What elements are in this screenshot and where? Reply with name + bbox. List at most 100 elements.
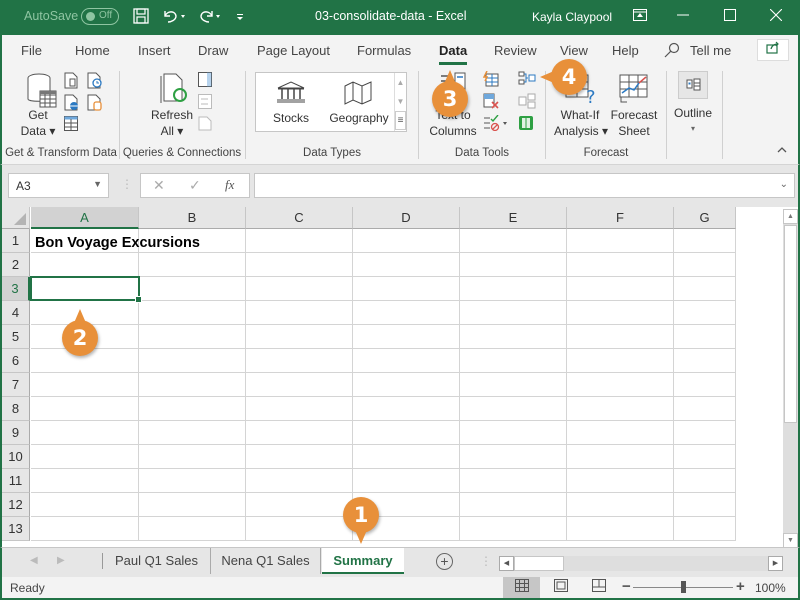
get-data-button[interactable]: Get <box>22 107 54 123</box>
vertical-scroll-thumb[interactable] <box>784 225 797 423</box>
cell-b3[interactable] <box>139 277 246 301</box>
row-header-10[interactable]: 10 <box>2 445 30 469</box>
cell-b9[interactable] <box>139 421 246 445</box>
cell-d4[interactable] <box>353 301 460 325</box>
share-button[interactable] <box>757 39 789 61</box>
cell-g5[interactable] <box>674 325 736 349</box>
cell-b12[interactable] <box>139 493 246 517</box>
tab-review[interactable]: Review <box>494 43 537 58</box>
cell-b13[interactable] <box>139 517 246 541</box>
refresh-all-icon[interactable] <box>160 73 190 110</box>
row-header-1[interactable]: 1 <box>2 229 30 253</box>
refresh-all-dropdown[interactable]: All ▾ <box>152 123 192 139</box>
cell-f9[interactable] <box>567 421 674 445</box>
cell-a9[interactable] <box>31 421 139 445</box>
cell-b4[interactable] <box>139 301 246 325</box>
cell-c1[interactable] <box>246 229 353 253</box>
column-header-f[interactable]: F <box>567 207 674 229</box>
cell-g6[interactable] <box>674 349 736 373</box>
sheet-tab-paul-q1-sales[interactable]: Paul Q1 Sales <box>103 548 211 574</box>
cell-a11[interactable] <box>31 469 139 493</box>
scroll-down-icon[interactable]: ▼ <box>783 533 798 547</box>
cell-c3[interactable] <box>246 277 353 301</box>
next-sheet-icon[interactable]: ▶ <box>57 555 65 566</box>
cell-e5[interactable] <box>460 325 567 349</box>
column-header-g[interactable]: G <box>674 207 736 229</box>
queries-connections-icon[interactable] <box>198 72 212 90</box>
recent-sources-icon[interactable] <box>87 72 103 92</box>
column-header-c[interactable]: C <box>246 207 353 229</box>
scroll-left-icon[interactable]: ◀ <box>499 556 514 571</box>
sheet-tab-summary[interactable]: Summary <box>322 548 404 574</box>
tab-home[interactable]: Home <box>75 43 110 58</box>
get-data-dropdown[interactable]: Data ▾ <box>18 123 58 139</box>
remove-duplicates-icon[interactable] <box>483 93 499 112</box>
cell-e4[interactable] <box>460 301 567 325</box>
name-box[interactable]: A3 ▼ <box>8 173 109 198</box>
column-header-d[interactable]: D <box>353 207 460 229</box>
cell-c11[interactable] <box>246 469 353 493</box>
cell-c6[interactable] <box>246 349 353 373</box>
cell-e1[interactable] <box>460 229 567 253</box>
cell-g13[interactable] <box>674 517 736 541</box>
cell-c12[interactable] <box>246 493 353 517</box>
cell-f13[interactable] <box>567 517 674 541</box>
zoom-slider-thumb[interactable] <box>681 581 686 593</box>
cell-f12[interactable] <box>567 493 674 517</box>
row-header-8[interactable]: 8 <box>2 397 30 421</box>
collapse-ribbon-icon[interactable] <box>777 145 787 157</box>
from-table-icon[interactable] <box>64 116 78 134</box>
gallery-more-icon[interactable]: ≡ <box>395 111 406 130</box>
cell-b6[interactable] <box>139 349 246 373</box>
horizontal-scroll-thumb[interactable] <box>514 556 564 571</box>
sheet-tab-nena-q1-sales[interactable]: Nena Q1 Sales <box>211 548 321 574</box>
vertical-scrollbar[interactable]: ▲ ▼ <box>783 209 798 547</box>
cell-g2[interactable] <box>674 253 736 277</box>
undo-icon[interactable] <box>162 8 186 27</box>
cell-b2[interactable] <box>139 253 246 277</box>
close-icon[interactable] <box>761 5 791 29</box>
scroll-up-icon[interactable]: ▲ <box>783 209 798 224</box>
cell-e11[interactable] <box>460 469 567 493</box>
refresh-all-button[interactable]: Refresh <box>148 107 196 123</box>
cell-e12[interactable] <box>460 493 567 517</box>
cell-d1[interactable] <box>353 229 460 253</box>
cell-c4[interactable] <box>246 301 353 325</box>
cell-f5[interactable] <box>567 325 674 349</box>
cell-c8[interactable] <box>246 397 353 421</box>
from-text-csv-icon[interactable] <box>64 72 78 92</box>
prev-sheet-icon[interactable]: ◀ <box>30 555 38 566</box>
row-header-3[interactable]: 3 <box>2 277 30 301</box>
cell-f6[interactable] <box>567 349 674 373</box>
cell-a8[interactable] <box>31 397 139 421</box>
page-break-view-button[interactable] <box>580 577 617 598</box>
cell-f4[interactable] <box>567 301 674 325</box>
consolidate-icon[interactable] <box>518 71 536 88</box>
cell-e7[interactable] <box>460 373 567 397</box>
cell-f10[interactable] <box>567 445 674 469</box>
cell-a12[interactable] <box>31 493 139 517</box>
cell-f11[interactable] <box>567 469 674 493</box>
redo-icon[interactable] <box>198 8 222 27</box>
row-header-9[interactable]: 9 <box>2 421 30 445</box>
text-to-columns-label[interactable]: Columns <box>426 123 480 139</box>
cell-g8[interactable] <box>674 397 736 421</box>
cell-a13[interactable] <box>31 517 139 541</box>
cell-e6[interactable] <box>460 349 567 373</box>
manage-data-model-icon[interactable] <box>518 115 534 134</box>
customize-qat-icon[interactable] <box>235 10 245 26</box>
cell-e8[interactable] <box>460 397 567 421</box>
column-header-e[interactable]: E <box>460 207 567 229</box>
active-cell-a3[interactable] <box>30 276 142 303</box>
cell-d10[interactable] <box>353 445 460 469</box>
from-web-icon[interactable] <box>64 94 80 114</box>
save-icon[interactable] <box>133 8 149 27</box>
zoom-level[interactable]: 100% <box>755 581 786 595</box>
insert-function-icon[interactable]: fx <box>225 177 234 193</box>
forecast-sheet-button[interactable]: Forecast <box>606 107 662 123</box>
row-header-5[interactable]: 5 <box>2 325 30 349</box>
cell-c7[interactable] <box>246 373 353 397</box>
row-header-7[interactable]: 7 <box>2 373 30 397</box>
tab-page-layout[interactable]: Page Layout <box>257 43 330 58</box>
row-header-2[interactable]: 2 <box>2 253 30 277</box>
